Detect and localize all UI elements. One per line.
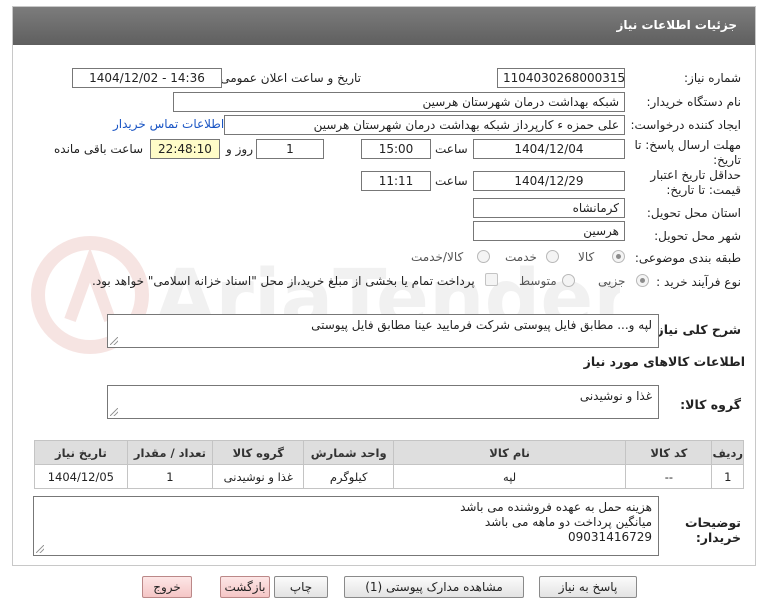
cell-unit: کیلوگرم — [303, 464, 394, 489]
resize-grip[interactable] — [36, 545, 44, 553]
city-label: شهر محل تحویل: — [654, 229, 741, 243]
need-number-field: 1104030268000315 — [497, 68, 625, 88]
announce-label: تاریخ و ساعت اعلان عمومی: — [216, 71, 361, 85]
remaining-time-field: 22:48:10 — [150, 139, 220, 159]
buyer-notes-label-1: توضیحات — [685, 515, 741, 530]
col-header-row-number: ردیف — [711, 440, 744, 465]
buyer-note-line: میانگین پرداخت دو ماهه می باشد — [484, 515, 652, 529]
cell-group: غذا و نوشیدنی — [212, 464, 305, 489]
deadline-time-label: ساعت — [435, 142, 468, 156]
goods-section-title: اطلاعات کالاهای مورد نیاز — [583, 354, 745, 369]
cell-quantity: 1 — [126, 464, 214, 489]
resize-grip[interactable] — [110, 337, 118, 345]
remaining-label: ساعت باقی مانده — [54, 142, 144, 156]
cell-name: لپه — [392, 464, 627, 489]
category-label: طبقه بندی موضوعی: — [634, 251, 741, 265]
table-row[interactable]: 1 -- لپه کیلوگرم غذا و نوشیدنی 1 1404/12… — [34, 464, 744, 489]
process-label: نوع فرآیند خرید : — [656, 275, 741, 289]
exit-button[interactable]: خروج — [142, 576, 192, 598]
category-option-service: خدمت — [505, 250, 537, 264]
category-option-goods: کالا — [578, 250, 595, 264]
cell-row-number: 1 — [711, 464, 744, 489]
print-button[interactable]: چاپ — [274, 576, 328, 598]
category-radio-service[interactable] — [546, 250, 559, 263]
category-radio-goods[interactable] — [612, 250, 625, 263]
city-field: هرسین — [473, 221, 625, 241]
panel-header: جزئیات اطلاعات نیاز — [13, 7, 755, 45]
validity-time-label: ساعت — [435, 174, 468, 188]
deadline-label-1: مهلت ارسال پاسخ: تا — [634, 138, 741, 152]
validity-label-1: حداقل تاریخ اعتبار — [650, 168, 741, 182]
cell-code: -- — [625, 464, 713, 489]
goods-group-textarea[interactable]: غذا و نوشیدنی — [107, 385, 659, 419]
validity-time-field: 11:11 — [361, 171, 431, 191]
goods-group-label: گروه کالا: — [680, 397, 741, 412]
col-header-group: گروه کالا — [212, 440, 305, 465]
goods-group-text: غذا و نوشیدنی — [579, 389, 652, 403]
days-field: 1 — [256, 139, 324, 159]
col-header-code: کد کالا — [625, 440, 713, 465]
buyer-notes-label-2: خریدار: — [695, 530, 741, 545]
announce-field: 1404/12/02 - 14:36 — [72, 68, 222, 88]
summary-label: شرح کلی نیاز: — [651, 322, 741, 337]
process-radio-minor[interactable] — [636, 274, 649, 287]
province-label: استان محل تحویل: — [646, 206, 741, 220]
buyer-org-field: شبکه بهداشت درمان شهرستان هرسین — [173, 92, 625, 112]
need-number-label: شماره نیاز: — [684, 71, 741, 85]
col-header-need-date: تاریخ نیاز — [34, 440, 128, 465]
deadline-time-field: 15:00 — [361, 139, 431, 159]
buyer-contact-link[interactable]: اطلاعات تماس خریدار — [113, 117, 224, 131]
col-header-quantity: تعداد / مقدار — [126, 440, 214, 465]
process-option-medium: متوسط — [519, 274, 557, 288]
days-label: روز و — [226, 142, 253, 156]
validity-date-field: 1404/12/29 — [473, 171, 625, 191]
process-option-minor: جزیی — [598, 274, 626, 288]
creator-label: ایجاد کننده درخواست: — [630, 118, 741, 132]
items-table: ردیف کد کالا نام کالا واحد شمارش گروه کا… — [34, 440, 744, 489]
panel-title: جزئیات اطلاعات نیاز — [616, 18, 737, 32]
category-option-goods-service: کالا/خدمت — [411, 250, 464, 264]
deadline-label-2: تاریخ: — [713, 153, 741, 167]
validity-label-2: قیمت: تا تاریخ: — [666, 183, 741, 197]
treasury-checkbox[interactable] — [485, 273, 498, 286]
deadline-date-field: 1404/12/04 — [473, 139, 625, 159]
process-radio-medium[interactable] — [562, 274, 575, 287]
back-button[interactable]: بازگشت — [220, 576, 270, 598]
reply-button[interactable]: پاسخ به نیاز — [539, 576, 637, 598]
creator-field: علی حمزه ء کارپرداز شبکه بهداشت درمان شه… — [224, 115, 625, 135]
summary-textarea[interactable]: لپه و... مطابق فایل پیوستی شرکت فرمایید … — [107, 314, 659, 348]
col-header-unit: واحد شمارش — [303, 440, 394, 465]
attachments-button[interactable]: مشاهده مدارک پیوستی (1) — [344, 576, 524, 598]
cell-need-date: 1404/12/05 — [34, 464, 128, 489]
province-field: کرمانشاه — [473, 198, 625, 218]
category-radio-goods-service[interactable] — [477, 250, 490, 263]
treasury-note: پرداخت تمام یا بخشی از مبلغ خرید،از محل … — [92, 274, 475, 288]
table-header-row: ردیف کد کالا نام کالا واحد شمارش گروه کا… — [34, 440, 744, 465]
resize-grip[interactable] — [110, 408, 118, 416]
buyer-note-line: هزینه حمل به عهده فروشنده می باشد — [460, 500, 652, 514]
buyer-notes-textarea[interactable]: هزینه حمل به عهده فروشنده می باشد میانگی… — [33, 496, 659, 556]
buyer-org-label: نام دستگاه خریدار: — [646, 95, 742, 109]
col-header-name: نام کالا — [392, 440, 627, 465]
summary-text: لپه و... مطابق فایل پیوستی شرکت فرمایید … — [311, 318, 652, 332]
buyer-note-line: 09031416729 — [568, 530, 652, 544]
